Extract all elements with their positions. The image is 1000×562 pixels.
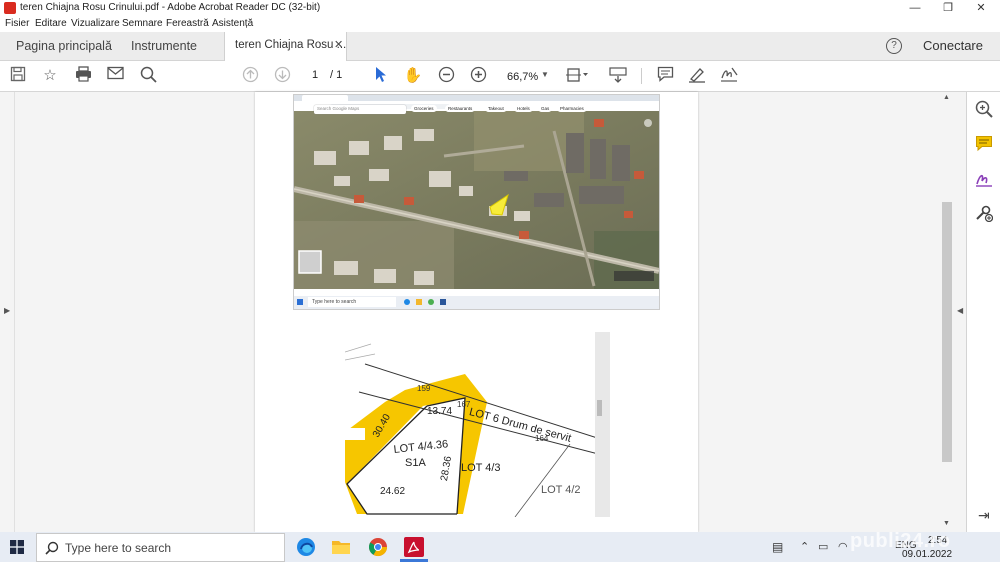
lot-far-label: LOT 4/2 <box>541 484 581 496</box>
vertical-scrollbar[interactable]: ▲ ▼ <box>940 92 954 532</box>
title-bar: teren Chiajna Rosu Crinului.pdf - Adobe … <box>0 0 1000 17</box>
close-button[interactable]: ✕ <box>966 0 996 17</box>
tray-arrow-icon[interactable]: ⌃ <box>800 540 809 553</box>
embedded-start-icon <box>297 299 303 305</box>
select-cursor-icon[interactable] <box>370 66 392 86</box>
collapse-panel-icon[interactable]: ⇥ <box>978 507 990 524</box>
close-tab-icon[interactable]: ✕ <box>334 38 343 51</box>
zoom-out-icon[interactable] <box>435 66 457 86</box>
map-chip: Hotels <box>514 105 533 112</box>
cadastral-plan: 159 167 164 LOT 6 Drum de servit 13.74 3… <box>345 332 610 517</box>
acrobat-taskbar-icon[interactable] <box>404 537 424 557</box>
fill-sign-icon[interactable] <box>975 170 993 191</box>
browser-tab-strip <box>294 95 659 101</box>
task-view-icon[interactable]: ▤ <box>772 540 783 554</box>
scroll-up-icon[interactable]: ▲ <box>943 94 950 101</box>
collapse-right-icon[interactable]: ◀ <box>957 306 963 315</box>
prev-page-icon[interactable] <box>239 66 261 86</box>
save-icon[interactable] <box>7 66 29 86</box>
menu-editare[interactable]: Editare <box>35 18 67 29</box>
pdf-page: Search Google Maps Groceries Restaurants… <box>255 92 698 532</box>
lot-sub-label: S1A <box>405 457 426 469</box>
network-icon[interactable]: ◠ <box>838 540 848 553</box>
toolbar: ☆ 1 / 1 ✋ 66,7% ▼ <box>0 61 1000 92</box>
chrome-icon[interactable] <box>368 537 388 560</box>
map-chip: Takeout <box>485 105 507 112</box>
menu-semnare[interactable]: Semnare <box>122 18 163 29</box>
watermark: publi24.ro <box>850 530 951 552</box>
help-icon[interactable]: ? <box>886 38 902 54</box>
menu-asistenta[interactable]: Asistență <box>212 18 253 29</box>
more-tools-icon[interactable] <box>975 204 994 225</box>
window-title: teren Chiajna Rosu Crinului.pdf - Adobe … <box>20 2 321 13</box>
signin-button[interactable]: Conectare <box>923 32 983 60</box>
star-icon[interactable]: ☆ <box>39 66 61 86</box>
comment-tool-icon[interactable] <box>975 135 993 155</box>
left-pane-toggle[interactable]: ▶ <box>0 92 15 532</box>
battery-icon[interactable]: ▭ <box>818 540 828 553</box>
minimize-button[interactable]: — <box>900 0 930 17</box>
map-search-text: Search Google Maps <box>317 106 360 111</box>
acrobat-icon <box>4 2 16 14</box>
zoom-select[interactable]: 66,7% ▼ <box>500 66 554 88</box>
embedded-screenshot: Search Google Maps Groceries Restaurants… <box>293 94 660 310</box>
page-number-input[interactable]: 1 <box>312 69 318 81</box>
map-chip: Gas <box>538 105 553 112</box>
find-icon[interactable] <box>137 66 159 86</box>
right-tools-panel: ⇥ <box>966 92 1000 532</box>
keyboard-icon[interactable] <box>607 66 629 86</box>
zoom-search-icon[interactable] <box>975 100 993 121</box>
comment-icon[interactable] <box>654 66 676 86</box>
menu-fisier[interactable]: Fisier <box>5 18 29 29</box>
embedded-word-icon <box>440 299 446 305</box>
page-total: / 1 <box>330 69 343 81</box>
taskbar-search-text: Type here to search <box>65 541 172 555</box>
menu-fereastra[interactable]: Fereastră <box>166 18 209 29</box>
sign-icon[interactable] <box>718 66 740 86</box>
highlight-pen-icon[interactable] <box>686 66 708 86</box>
toolbar-separator <box>641 68 642 84</box>
scroll-thumb[interactable] <box>942 202 952 462</box>
mail-icon[interactable] <box>104 66 126 86</box>
taskbar-search[interactable]: Type here to search <box>36 533 285 562</box>
tab-home[interactable]: Pagina principală <box>16 32 112 60</box>
embedded-edge-icon <box>404 299 410 305</box>
dimension-label: 24.62 <box>380 486 406 497</box>
zoom-value: 66,7% <box>507 71 539 83</box>
tab-tools[interactable]: Instrumente <box>131 32 197 60</box>
chevron-down-icon: ▼ <box>541 70 549 79</box>
map-chip: Groceries <box>411 105 437 112</box>
menu-vizualizare[interactable]: Vizualizare <box>71 18 120 29</box>
dimension-label: 13.74 <box>427 406 453 417</box>
maximize-button[interactable]: ❐ <box>933 0 963 17</box>
browser-tab <box>302 95 348 101</box>
search-icon <box>45 541 59 555</box>
map-search-box: Search Google Maps <box>314 105 406 114</box>
edge-icon[interactable] <box>296 537 316 560</box>
menu-bar: Fisier Editare Vizualizare Semnare Ferea… <box>0 17 1000 32</box>
fit-page-icon[interactable] <box>566 66 588 86</box>
map-chip-row: Groceries Restaurants Takeout Hotels Gas… <box>411 105 611 114</box>
print-icon[interactable] <box>72 66 94 86</box>
tab-document[interactable]: teren Chiajna Rosu ... ✕ <box>224 32 347 61</box>
embedded-chrome-icon <box>428 299 434 305</box>
hand-tool-icon[interactable]: ✋ <box>402 66 424 86</box>
embedded-search-text: Type here to search <box>312 299 357 305</box>
next-page-icon[interactable] <box>271 66 293 86</box>
map-chip: Pharmacies <box>557 105 587 112</box>
embedded-taskbar: Type here to search <box>294 296 659 309</box>
lot-right-label: LOT 4/3 <box>461 462 501 474</box>
file-explorer-icon[interactable] <box>331 538 351 559</box>
satellite-map <box>294 111 659 289</box>
point-label: 159 <box>417 384 431 393</box>
point-label: 167 <box>457 400 471 409</box>
scroll-down-icon[interactable]: ▼ <box>943 520 950 527</box>
expand-left-icon: ▶ <box>4 306 11 315</box>
embedded-folder-icon <box>416 299 422 305</box>
windows-start-icon[interactable] <box>10 540 24 557</box>
tab-row: Pagina principală Instrumente ? Conectar… <box>0 32 1000 61</box>
tab-document-label: teren Chiajna Rosu ... <box>235 39 347 51</box>
zoom-in-icon[interactable] <box>467 66 489 86</box>
map-chip: Restaurants <box>445 105 476 112</box>
